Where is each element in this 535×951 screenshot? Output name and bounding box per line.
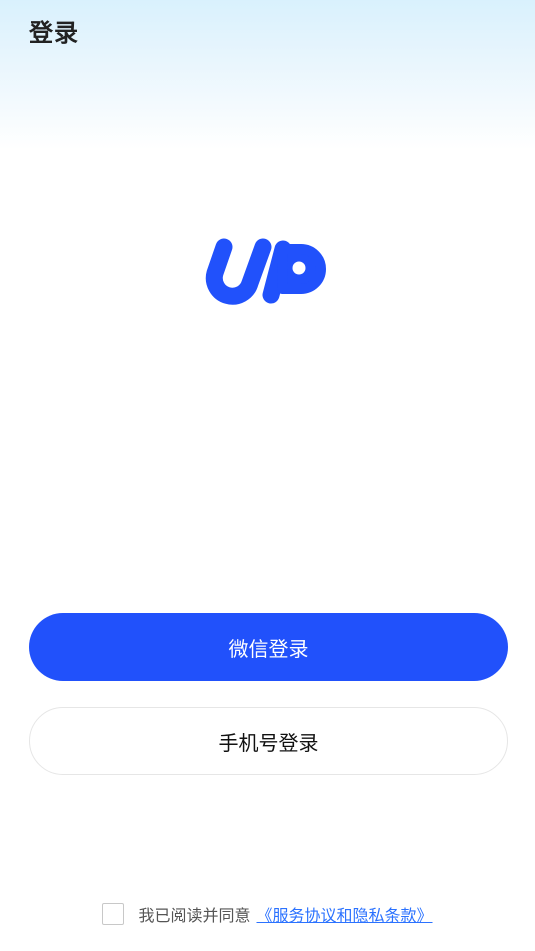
agreement-row: 我已阅读并同意 《服务协议和隐私条款》: [0, 900, 535, 928]
agreement-link[interactable]: 《服务协议和隐私条款》: [257, 902, 433, 926]
up-logo: [205, 238, 326, 305]
phone-login-label: 手机号登录: [218, 730, 319, 755]
agreement-text: 我已阅读并同意: [138, 906, 251, 925]
page-title: 登录: [29, 19, 79, 47]
agreement-checkbox[interactable]: [102, 903, 125, 925]
phone-login-button[interactable]: 手机号登录: [29, 707, 508, 775]
wechat-login-label: 微信登录: [228, 636, 309, 661]
wechat-login-button[interactable]: 微信登录: [29, 613, 508, 681]
header-background: [0, 0, 535, 150]
